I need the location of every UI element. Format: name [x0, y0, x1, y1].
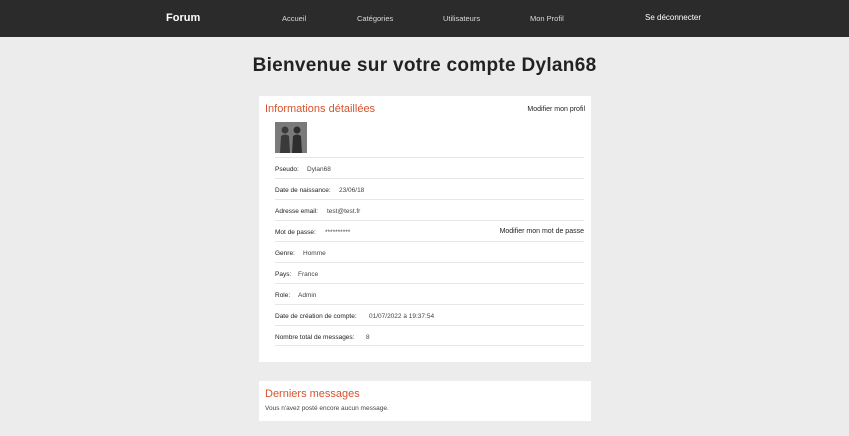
details-title: Informations détaillées — [265, 103, 376, 115]
info-label: Pays: — [275, 271, 292, 278]
info-label: Adresse email: — [275, 208, 318, 215]
info-value: ********** — [325, 229, 351, 236]
brand-logo[interactable]: Forum — [166, 12, 200, 24]
info-row-pseudo: Pseudo: Dylan68 — [275, 157, 584, 178]
messages-title: Derniers messages — [265, 388, 360, 400]
nav-link-mon-profil[interactable]: Mon Profil — [530, 14, 564, 23]
info-value: 01/07/2022 à 19:37:54 — [369, 313, 435, 320]
edit-profile-link[interactable]: Modifier mon profil — [527, 106, 585, 113]
info-row-country: Pays: France — [275, 262, 584, 283]
info-value: test@test.fr — [327, 208, 361, 215]
info-label: Role: — [275, 292, 291, 299]
logout-link[interactable]: Se déconnecter — [645, 13, 701, 22]
info-row-gender: Genre: Homme — [275, 241, 584, 262]
empty-messages-text: Vous n'avez posté encore aucun message. — [265, 405, 389, 412]
info-value: France — [298, 271, 319, 278]
info-label: Pseudo: — [275, 166, 299, 173]
info-label: Nombre total de messages: — [275, 334, 355, 341]
info-row-role: Role: Admin — [275, 283, 584, 304]
info-row-password: Mot de passe: ********** Modifier mon mo… — [275, 220, 584, 241]
info-value: Dylan68 — [307, 166, 331, 173]
change-password-link[interactable]: Modifier mon mot de passe — [500, 228, 584, 235]
info-label: Mot de passe: — [275, 229, 316, 236]
info-row-birthdate: Date de naissance: 23/06/18 — [275, 178, 584, 199]
info-value: 23/06/18 — [339, 187, 365, 194]
info-row-created: Date de création de compte: 01/07/2022 à… — [275, 304, 584, 325]
nav-link-accueil[interactable]: Accueil — [282, 14, 306, 23]
info-label: Date de création de compte: — [275, 313, 357, 320]
nav-link-categories[interactable]: Catégories — [357, 14, 393, 23]
nav-link-utilisateurs[interactable]: Utilisateurs — [443, 14, 480, 23]
info-row-messages-count: Nombre total de messages: 8 — [275, 325, 584, 346]
top-navbar: Forum Accueil Catégories Utilisateurs Mo… — [0, 0, 849, 37]
info-value: Admin — [298, 292, 317, 299]
details-card: Informations détaillées Modifier mon pro… — [259, 96, 591, 362]
info-label: Genre: — [275, 250, 295, 257]
info-value: Homme — [303, 250, 326, 257]
messages-card: Derniers messages Vous n'avez posté enco… — [259, 381, 591, 421]
info-label: Date de naissance: — [275, 187, 331, 194]
info-value: 8 — [366, 334, 370, 341]
info-row-email: Adresse email: test@test.fr — [275, 199, 584, 220]
page-title: Bienvenue sur votre compte Dylan68 — [252, 55, 597, 76]
avatar — [275, 122, 307, 153]
